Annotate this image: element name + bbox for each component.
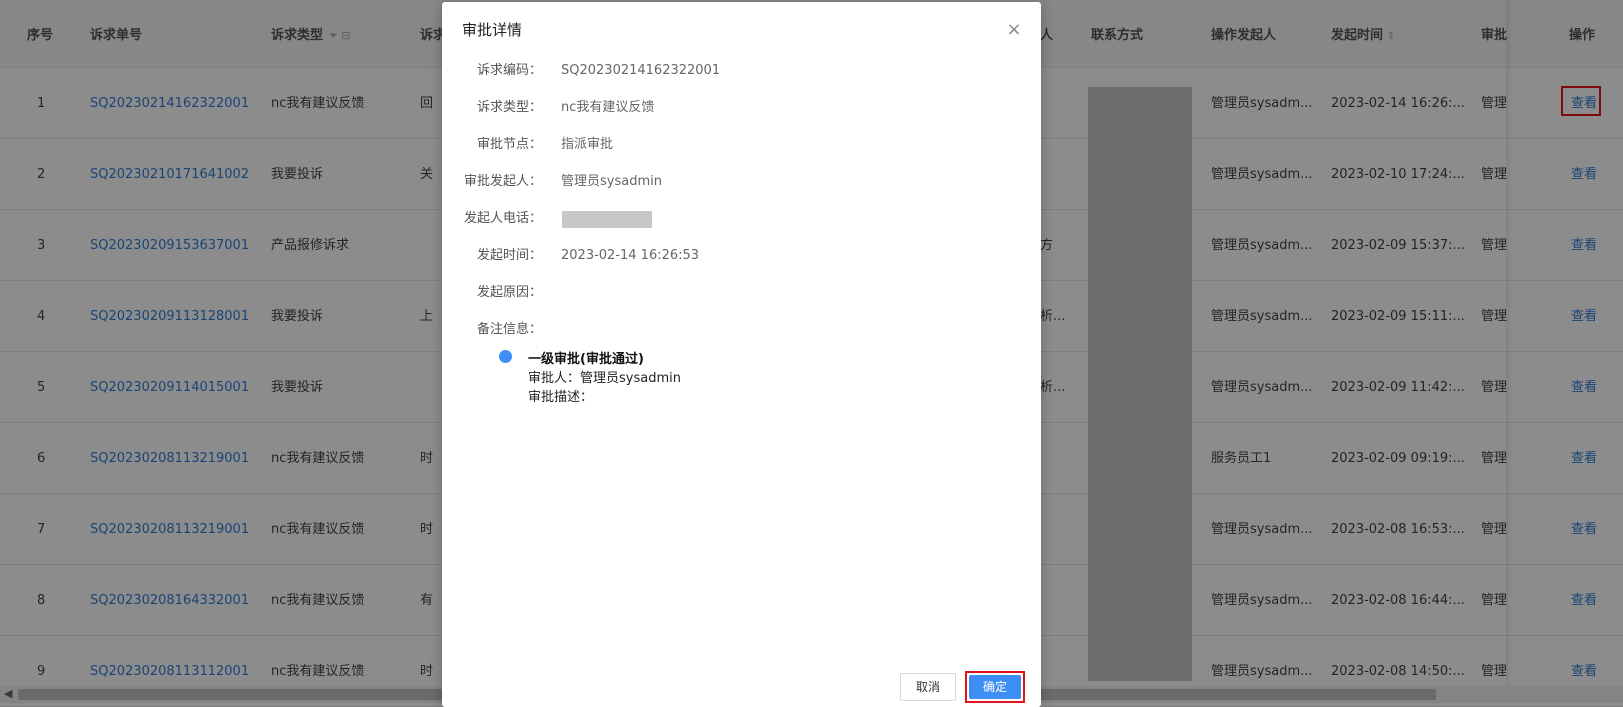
timeline-title: 一级审批(审批通过) — [528, 352, 644, 367]
cancel-button[interactable]: 取消 — [900, 673, 956, 701]
field-order-code: 诉求编码： SQ20230214162322001 — [442, 60, 1041, 82]
field-initiated-time: 发起时间： 2023-02-14 16:26:53 — [442, 245, 1041, 267]
field-label: 审批节点： — [476, 137, 542, 152]
approval-detail-modal: 审批详情 × 诉求编码： SQ20230214162322001 诉求类型： n… — [442, 2, 1041, 707]
field-label: 审批发起人： — [463, 174, 542, 189]
field-label: 发起时间： — [476, 248, 542, 263]
field-label: 备注信息： — [476, 322, 542, 337]
close-icon[interactable]: × — [1005, 21, 1023, 39]
field-order-type: 诉求类型： nc我有建议反馈 — [442, 97, 1041, 119]
field-approval-node: 审批节点： 指派审批 — [442, 134, 1041, 156]
field-initiator-phone: 发起人电话： — [442, 208, 1041, 230]
field-initiate-reason: 发起原因： — [442, 282, 1041, 304]
field-remarks: 备注信息： — [442, 319, 1041, 341]
phone-redaction — [562, 211, 652, 228]
confirm-button[interactable]: 确定 — [969, 675, 1021, 699]
field-value: nc我有建议反馈 — [561, 100, 655, 115]
field-label: 发起人电话： — [463, 211, 542, 226]
timeline-dot-icon — [499, 350, 512, 363]
field-initiator: 审批发起人： 管理员sysadmin — [442, 171, 1041, 193]
field-label: 发起原因： — [476, 285, 542, 300]
timeline-approver: 审批人：管理员sysadmin — [528, 371, 681, 386]
modal-title: 审批详情 — [462, 21, 523, 39]
field-value: 管理员sysadmin — [561, 174, 662, 189]
field-value: 指派审批 — [561, 137, 614, 152]
field-label: 诉求类型： — [476, 100, 542, 115]
field-value: 2023-02-14 16:26:53 — [561, 248, 700, 263]
field-label: 诉求编码： — [476, 63, 542, 78]
timeline-description: 审批描述： — [528, 390, 594, 405]
field-value: SQ20230214162322001 — [561, 63, 721, 78]
